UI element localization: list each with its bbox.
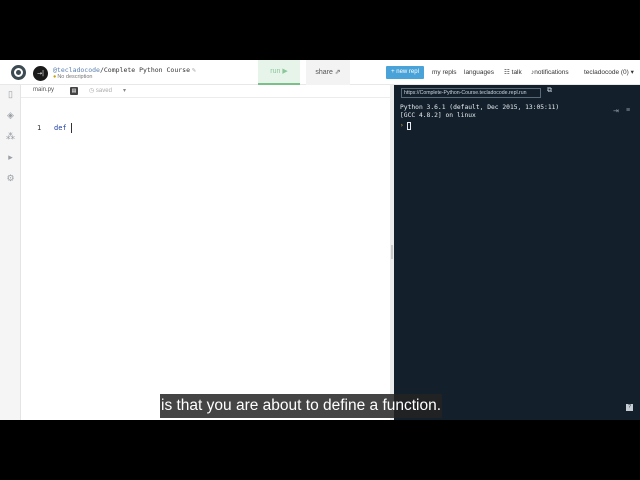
share-button[interactable]: share ⇗ [306,60,350,85]
console-prompt: › [400,122,404,129]
saved-status: ◷ saved [89,87,112,94]
open-external-icon[interactable]: ⧉ [547,87,552,95]
debugger-icon[interactable]: ▸ [5,152,16,163]
code-line[interactable]: def [54,124,67,132]
saved-clock-icon: ◷ [89,88,95,94]
console-output-line: Python 3.6.1 (default, Dec 2015, 13:05:1… [400,104,560,111]
replit-logo-icon[interactable] [11,65,26,80]
talk-link[interactable]: ☷ talk [504,66,522,79]
files-icon[interactable]: ▯ [5,89,16,100]
run-button[interactable]: run ▶ [258,60,300,85]
text-cursor [71,123,72,133]
notifications-label: notifications [534,69,569,76]
new-repl-button[interactable]: + new repl [386,66,424,79]
packages-icon[interactable]: ◈ [5,110,16,121]
console-corner-icon[interactable]: ? [626,404,633,411]
clear-console-icon[interactable]: ⇥ [613,107,619,115]
video-letterbox-bottom [0,420,640,480]
line-number: 1 [37,124,42,132]
console-cursor [407,122,411,130]
saved-label: saved [95,88,112,94]
top-header: →| @tecladocode/Complete Python Course ✎ … [0,60,640,85]
console-menu-icon[interactable]: ≡ [626,107,630,114]
notifications-link[interactable]: ♪notifications [531,66,569,79]
code-editor[interactable]: main.py ▤ ◷ saved ▾ 1 def [21,85,390,420]
user-menu[interactable]: tecladocode (0) ▾ [584,66,634,79]
repl-url-field[interactable]: https://Complete-Python-Course.tecladoco… [401,88,541,98]
share-label: share [315,69,333,76]
video-letterbox-top [0,0,640,60]
repl-description[interactable]: ●No description [53,74,93,80]
sidebar-rail: ▯ ◈ ⁂ ▸ ⚙ [0,85,21,420]
user-avatar[interactable]: →| [33,66,48,81]
talk-icon: ☷ [504,69,510,76]
settings-gear-icon[interactable]: ⚙ [5,173,16,184]
my-repls-link[interactable]: my repls [432,66,457,79]
repl-title: @tecladocode/Complete Python Course ✎ [53,66,196,74]
share-icon: ⇗ [334,69,341,76]
version-control-icon[interactable]: ⁂ [5,131,16,142]
description-text: No description [57,74,93,80]
editor-tab-bar: main.py ▤ ◷ saved ▾ [21,85,390,98]
repl-owner-link[interactable]: @tecladocode [53,66,100,74]
chevron-down-icon[interactable]: ▾ [123,87,126,94]
repl-name: Complete Python Course [103,66,190,74]
talk-label: talk [511,69,522,76]
tab-main-py[interactable]: main.py [33,87,54,93]
video-subtitle: is that you are about to define a functi… [160,394,443,418]
format-code-icon[interactable]: ▤ [70,87,78,95]
public-globe-icon: ● [53,74,57,80]
console-pane[interactable]: https://Complete-Python-Course.tecladoco… [394,85,640,420]
edit-pencil-icon[interactable]: ✎ [192,66,196,74]
languages-link[interactable]: languages [464,66,494,79]
console-output-line: [GCC 4.8.2] on linux [400,112,476,119]
repl-app: →| @tecladocode/Complete Python Course ✎ … [0,60,640,420]
